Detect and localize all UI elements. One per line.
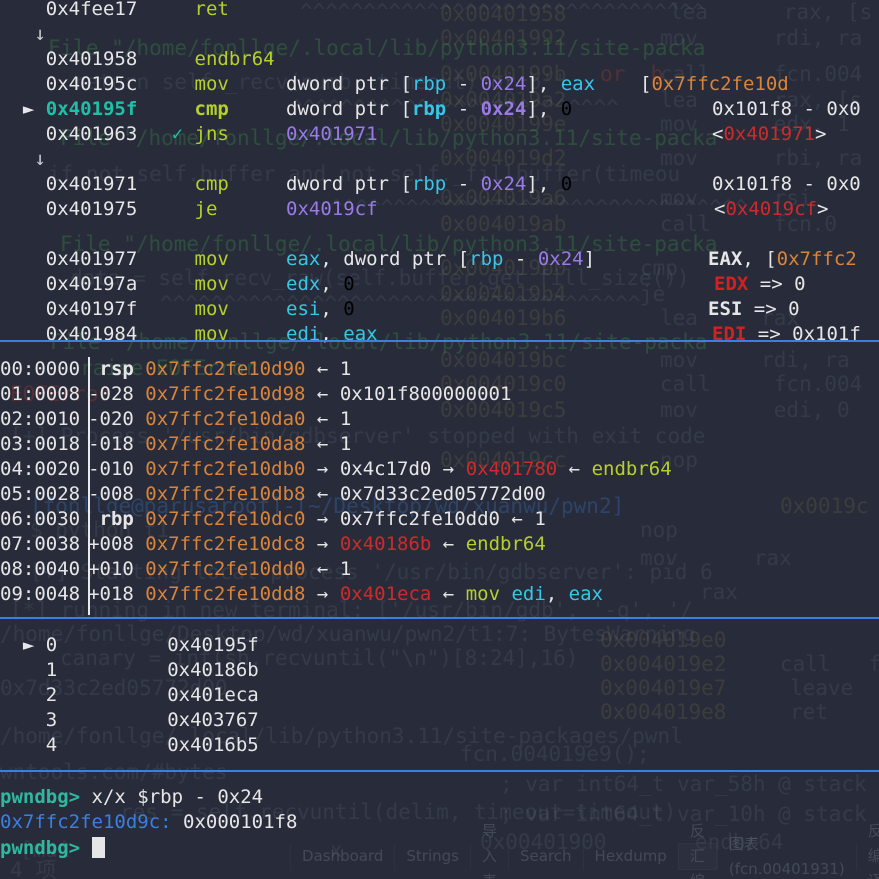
- terminal-screen: ^^^^^^^^^^^^^^^^^^^^^^^^^^^^^^^^ lea rax,…: [0, 0, 879, 879]
- backtrace-frame: 3 0x403767: [45, 709, 259, 731]
- stack-row: 07:0038 +008 0x7ffc2fe10dc8 → 0x40186b ← …: [0, 533, 546, 555]
- backtrace-frame: 2 0x401eca: [45, 684, 259, 706]
- disasm-line: [0, 222, 879, 247]
- console-input-line[interactable]: pwndbg>: [0, 836, 879, 861]
- disasm-line: 0x401958 endbr64: [45, 48, 287, 70]
- pane-separator-stack-backtrace: [0, 617, 879, 619]
- backtrace-frame: 4 0x4016b5: [45, 734, 259, 756]
- disasm-line: ↓: [0, 23, 58, 45]
- backtrace-frame: ► 0 0x40195f: [0, 634, 259, 656]
- backtrace-frame: 1 0x40186b: [45, 659, 259, 681]
- stack-row: 03:0018 -018 0x7ffc2fe10da8 ← 1: [0, 433, 352, 455]
- disasm-annotation: EDI => 0x101f: [712, 323, 861, 345]
- console-output-line: 0x7ffc2fe10d9c: 0x000101f8: [0, 811, 298, 833]
- disasm-line: 0x4fee17 ret: [45, 0, 287, 20]
- pane-separator-disasm-stack: [0, 340, 879, 342]
- disasm-annotation: <0x401971>: [712, 123, 827, 145]
- stack-row: 05:0028 -008 0x7ffc2fe10db8 ← 0x7d33c2ed0…: [0, 483, 546, 505]
- stack-row: 02:0010 -020 0x7ffc2fe10da0 ← 1: [0, 408, 352, 430]
- disasm-annotation: <0x4019cf>: [714, 198, 829, 220]
- stack-row: 09:0048 +018 0x7ffc2fe10dd8 → 0x401eca ← …: [0, 583, 603, 605]
- pwndbg-terminal: 0x4fee17 ret ↓ 0x401958 endbr64 0x40195c…: [0, 0, 879, 879]
- disasm-annotation: ESI => 0: [708, 298, 800, 320]
- text-cursor: [91, 837, 105, 858]
- disasm-annotation: 0x101f8 - 0x0: [712, 173, 861, 195]
- disasm-annotation: EAX, [0x7ffc2: [708, 248, 857, 270]
- disasm-line: ↓: [0, 148, 58, 170]
- stack-row: 08:0040 +010 0x7ffc2fe10dd0 ← 1: [0, 558, 352, 580]
- disasm-annotation: [0x7ffc2fe10d: [640, 73, 789, 95]
- stack-column-divider: [88, 357, 90, 615]
- console-command-line[interactable]: pwndbg> x/x $rbp - 0x24: [0, 785, 879, 810]
- pane-separator-backtrace-console: [0, 770, 879, 772]
- stack-row: 00:0000 rsp 0x7ffc2fe10d90 ← 1: [0, 358, 352, 380]
- stack-row: 01:0008 -028 0x7ffc2fe10d98 ← 0x101f80000…: [0, 383, 512, 405]
- stack-row: 04:0020 -010 0x7ffc2fe10db0 → 0x4c17d0 → …: [0, 458, 672, 480]
- disasm-annotation: 0x101f8 - 0x0: [712, 98, 861, 120]
- stack-row: 06:0030 rbp 0x7ffc2fe10dc0 → 0x7ffc2fe10…: [0, 508, 546, 530]
- disasm-annotation: EDX => 0: [714, 273, 806, 295]
